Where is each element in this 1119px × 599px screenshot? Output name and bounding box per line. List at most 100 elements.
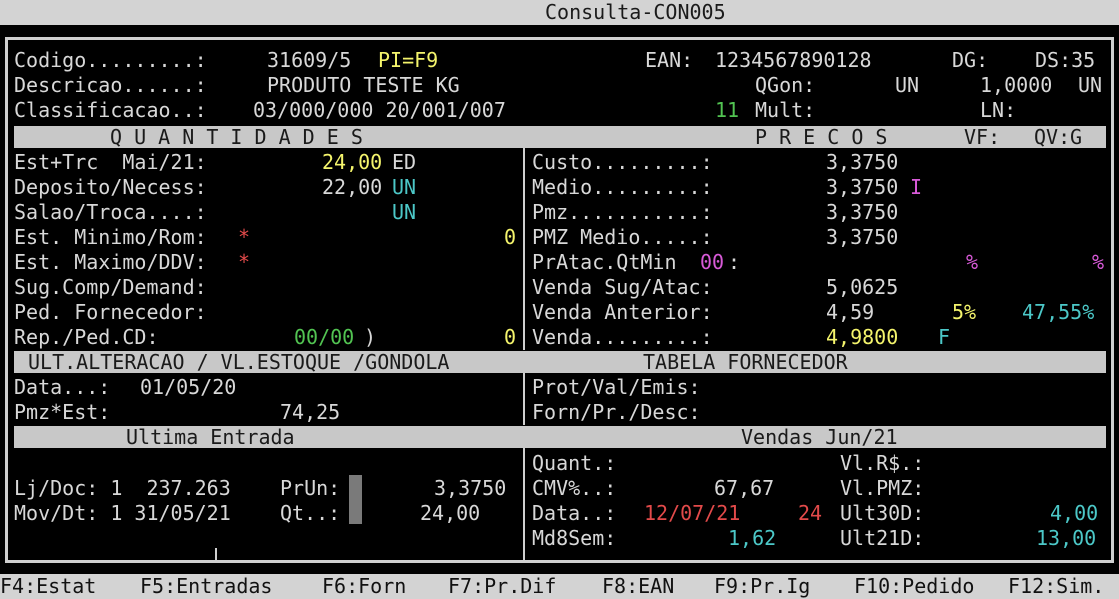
classificacao-label: Classificacao..: bbox=[14, 98, 207, 122]
fkey-f4-estat[interactable]: F4:Estat bbox=[0, 574, 96, 599]
cursor-block bbox=[349, 475, 362, 524]
ped-fornecedor-label: Ped. Fornecedor: bbox=[14, 300, 207, 324]
band-ult-alteracao: ULT.ALTERACAO / VL.ESTOQUE /GONDOLA TABE… bbox=[14, 351, 1106, 373]
divider-ult-alteracao bbox=[523, 373, 525, 425]
est-maximo-star: * bbox=[238, 250, 251, 274]
medio-flag: I bbox=[910, 175, 923, 199]
ln-label: LN: bbox=[980, 98, 1017, 122]
salao-unit: UN bbox=[392, 200, 417, 224]
medio-value: 3,3750 bbox=[826, 175, 899, 199]
mult-label: Mult: bbox=[755, 98, 816, 122]
classificacao-value: 03/000/000 20/001/007 bbox=[253, 98, 506, 122]
fkey-f10-pedido[interactable]: F10:Pedido bbox=[854, 574, 974, 599]
est-trc-unit: ED bbox=[392, 150, 417, 174]
ult-data-value: 01/05/20 bbox=[140, 375, 237, 399]
qt-value: 24,00 bbox=[420, 501, 481, 525]
quantidades-title: Q U A N T I D A D E S bbox=[110, 125, 363, 149]
prun-value: 3,3750 bbox=[434, 476, 507, 500]
title-bar: Consulta-CON005 bbox=[0, 0, 1119, 25]
lj-doc-label: Lj/Doc: 1 237.263 bbox=[14, 476, 231, 500]
md8sem-label: Md8Sem: bbox=[532, 526, 617, 550]
function-key-bar: F4:Estat F5:Entradas F6:Forn F7:Pr.Dif F… bbox=[0, 574, 1119, 599]
rep-ped-label: Rep./Ped.CD: bbox=[14, 325, 159, 349]
vendas-data-label: Data..: bbox=[532, 501, 617, 525]
fkey-f8-ean[interactable]: F8:EAN bbox=[602, 574, 674, 599]
forn-pr-label: Forn/Pr./Desc: bbox=[532, 400, 701, 424]
pratac-pct-2: % bbox=[1092, 250, 1105, 274]
venda-label: Venda.........: bbox=[532, 325, 713, 349]
pmz-medio-label: PMZ Medio.....: bbox=[532, 225, 713, 249]
codigo-value: 31609/5 bbox=[267, 48, 352, 72]
venda-flag: F bbox=[938, 325, 951, 349]
pmz-est-label: Pmz*Est: bbox=[14, 400, 111, 424]
est-trc-label: Est+Trc Mai/21: bbox=[14, 150, 207, 174]
pmz-medio-value: 3,3750 bbox=[826, 225, 899, 249]
descricao-value: PRODUTO TESTE KG bbox=[267, 73, 460, 97]
band-ultima-entrada: Ultima Entrada Vendas Jun/21 bbox=[14, 426, 1106, 448]
scroll-tick bbox=[215, 548, 217, 560]
divider-quantidades-precos bbox=[523, 148, 525, 350]
divider-ultima-entrada bbox=[523, 448, 525, 560]
ult30d-label: Ult30D: bbox=[840, 501, 925, 525]
fkey-f7-prdif[interactable]: F7:Pr.Dif bbox=[448, 574, 556, 599]
fkey-f5-entradas[interactable]: F5:Entradas bbox=[140, 574, 272, 599]
frame-right bbox=[1111, 37, 1114, 563]
pmz-label: Pmz...........: bbox=[532, 200, 713, 224]
qv-value: G bbox=[1070, 125, 1083, 149]
pratac-pct-1: % bbox=[966, 250, 979, 274]
frame-top bbox=[5, 37, 1114, 40]
window-title: Consulta-CON005 bbox=[545, 0, 726, 24]
cmv-label: CMV%..: bbox=[532, 476, 617, 500]
vendas-data-number: 24 bbox=[798, 501, 823, 525]
rep-ped-zero: 0 bbox=[504, 325, 517, 349]
venda-anterior-label: Venda Anterior: bbox=[532, 300, 713, 324]
dg-label: DG: bbox=[952, 48, 989, 72]
cmv-value: 67,67 bbox=[714, 476, 775, 500]
fkey-f6-forn[interactable]: F6:Forn bbox=[322, 574, 406, 599]
vl-pmz-label: Vl.PMZ: bbox=[840, 476, 925, 500]
mult-number: 11 bbox=[715, 98, 740, 122]
deposito-label: Deposito/Necess: bbox=[14, 175, 207, 199]
venda-anterior-value: 4,59 bbox=[826, 300, 875, 324]
pmz-est-value: 74,25 bbox=[280, 400, 341, 424]
mov-dt-label: Mov/Dt: 1 31/05/21 bbox=[14, 501, 231, 525]
venda-anterior-pct: 5% bbox=[952, 300, 977, 324]
rep-ped-paren: ) bbox=[364, 325, 377, 349]
ult21d-value: 13,00 bbox=[1036, 526, 1097, 550]
ult30d-value: 4,00 bbox=[1050, 501, 1099, 525]
est-minimo-value: 0 bbox=[504, 225, 517, 249]
fkey-f12-sim[interactable]: F12:Sim. bbox=[1008, 574, 1104, 599]
salao-label: Salao/Troca....: bbox=[14, 200, 207, 224]
ult-alteracao-title: ULT.ALTERACAO / VL.ESTOQUE /GONDOLA bbox=[28, 350, 450, 374]
prun-label: PrUn: bbox=[280, 476, 341, 500]
deposito-unit: UN bbox=[392, 175, 417, 199]
vendas-title: Vendas Jun/21 bbox=[741, 425, 898, 449]
prot-val-label: Prot/Val/Emis: bbox=[532, 375, 701, 399]
descricao-label: Descricao......: bbox=[14, 73, 207, 97]
venda-sug-value: 5,0625 bbox=[826, 275, 899, 299]
pratac-label: PrAtac.QtMin bbox=[532, 250, 677, 274]
venda-sug-label: Venda Sug/Atac: bbox=[532, 275, 713, 299]
precos-title: P R E C O S bbox=[755, 125, 888, 149]
vl-rs-label: Vl.R$.: bbox=[840, 451, 925, 475]
qgon-unit: UN bbox=[895, 73, 920, 97]
est-trc-value: 24,00 bbox=[322, 150, 383, 174]
pratac-colon: : bbox=[728, 250, 741, 274]
qgon-unit-2: UN bbox=[1078, 73, 1103, 97]
custo-label: Custo.........: bbox=[532, 150, 713, 174]
vendas-data-value: 12/07/21 bbox=[644, 501, 741, 525]
ds-label: DS:35 bbox=[1035, 48, 1096, 72]
medio-label: Medio.........: bbox=[532, 175, 713, 199]
ult21d-label: Ult21D: bbox=[840, 526, 925, 550]
pmz-value: 3,3750 bbox=[826, 200, 899, 224]
est-maximo-label: Est. Maximo/DDV: bbox=[14, 250, 207, 274]
est-minimo-label: Est. Minimo/Rom: bbox=[14, 225, 207, 249]
ean-label: EAN: bbox=[645, 48, 694, 72]
custo-value: 3,3750 bbox=[826, 150, 899, 174]
qt-label: Qt..: bbox=[280, 501, 341, 525]
tabela-fornecedor-title: TABELA FORNECEDOR bbox=[643, 350, 848, 374]
ult-data-label: Data...: bbox=[14, 375, 111, 399]
frame-bottom bbox=[5, 560, 1114, 563]
fkey-f9-prig[interactable]: F9:Pr.Ig bbox=[714, 574, 810, 599]
codigo-label: Codigo.........: bbox=[14, 48, 207, 72]
